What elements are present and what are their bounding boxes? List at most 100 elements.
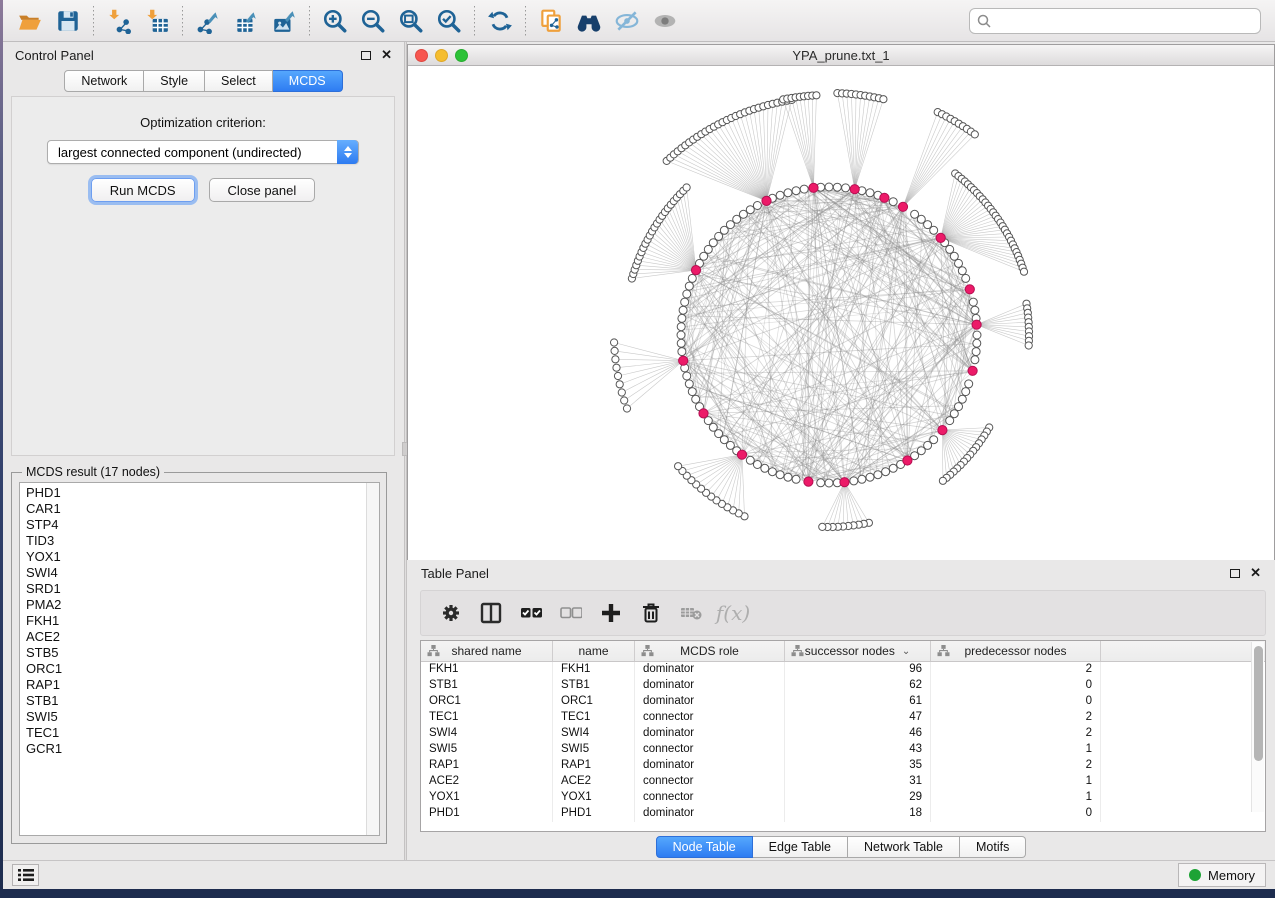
export-table-icon: [233, 8, 259, 34]
table-cell: 0: [931, 678, 1101, 694]
table-options-button[interactable]: [433, 594, 469, 632]
mcds-result-item[interactable]: STB5: [26, 645, 379, 661]
export-image-button[interactable]: [265, 4, 303, 38]
table-row[interactable]: STB1STB1dominator620: [421, 678, 1265, 694]
table-header-row: shared namenameMCDS rolesuccessor nodes⌄…: [421, 641, 1265, 662]
table-row[interactable]: PHD1PHD1dominator180: [421, 806, 1265, 822]
zoom-in-icon: [322, 8, 348, 34]
mcds-result-item[interactable]: SWI5: [26, 709, 379, 725]
search-input[interactable]: [992, 13, 1254, 28]
status-bar: Memory: [3, 860, 1275, 889]
import-table-icon: [144, 8, 170, 34]
zoom-selected-button[interactable]: [430, 4, 468, 38]
tab-motifs[interactable]: Motifs: [960, 836, 1026, 858]
table-cell: dominator: [635, 694, 785, 710]
mcds-result-group: MCDS result (17 nodes) PHD1CAR1STP4TID3Y…: [11, 472, 387, 844]
hide-selected-button[interactable]: [608, 4, 646, 38]
mcds-result-item[interactable]: TID3: [26, 533, 379, 549]
tab-node-table[interactable]: Node Table: [656, 836, 753, 858]
search-network-button[interactable]: [570, 4, 608, 38]
column-header-successor-nodes[interactable]: successor nodes⌄: [785, 641, 931, 661]
save-session-button[interactable]: [49, 4, 87, 38]
export-network-button[interactable]: [189, 4, 227, 38]
table-row[interactable]: YOX1YOX1connector291: [421, 790, 1265, 806]
zoom-out-button[interactable]: [354, 4, 392, 38]
control-panel-title: Control Panel: [15, 48, 94, 63]
result-list-scrollbar[interactable]: [366, 483, 379, 835]
refresh-view-button[interactable]: [481, 4, 519, 38]
export-table-button[interactable]: [227, 4, 265, 38]
show-all-button[interactable]: [646, 4, 684, 38]
network-window-titlebar[interactable]: YPA_prune.txt_1: [408, 45, 1274, 66]
mcds-result-item[interactable]: SWI4: [26, 565, 379, 581]
table-row[interactable]: RAP1RAP1dominator352: [421, 758, 1265, 774]
import-network-button[interactable]: [100, 4, 138, 38]
table-cell: 0: [931, 806, 1101, 822]
network-view-window: YPA_prune.txt_1: [407, 44, 1275, 560]
unselect-all-columns-button[interactable]: [553, 594, 589, 632]
close-panel-icon[interactable]: ✕: [381, 50, 392, 60]
mcds-result-item[interactable]: SRD1: [26, 581, 379, 597]
mcds-result-item[interactable]: CAR1: [26, 501, 379, 517]
create-column-icon: [600, 602, 622, 624]
task-history-button[interactable]: [12, 864, 39, 886]
column-header-shared-name[interactable]: shared name: [421, 641, 553, 661]
tab-mcds[interactable]: MCDS: [273, 70, 343, 92]
select-all-columns-button[interactable]: [513, 594, 549, 632]
mcds-result-item[interactable]: GCR1: [26, 741, 379, 757]
mcds-result-item[interactable]: YOX1: [26, 549, 379, 565]
column-header-MCDS-role[interactable]: MCDS role: [635, 641, 785, 661]
float-panel-icon[interactable]: [361, 51, 371, 60]
float-table-panel-icon[interactable]: [1230, 569, 1240, 578]
function-builder-button: f(x): [713, 594, 749, 632]
mcds-result-item[interactable]: PMA2: [26, 597, 379, 613]
network-canvas[interactable]: [408, 67, 1274, 560]
table-row[interactable]: SWI5SWI5connector431: [421, 742, 1265, 758]
mcds-result-item[interactable]: STB1: [26, 693, 379, 709]
table-row[interactable]: FKH1FKH1dominator962: [421, 662, 1265, 678]
table-cell: connector: [635, 742, 785, 758]
criterion-select[interactable]: largest connected component (undirected): [47, 140, 359, 164]
main-toolbar: [3, 0, 1275, 42]
mcds-result-item[interactable]: FKH1: [26, 613, 379, 629]
table-row[interactable]: ORC1ORC1dominator610: [421, 694, 1265, 710]
table-panel-titlebar: Table Panel ✕: [407, 560, 1275, 586]
table-scrollbar-thumb[interactable]: [1254, 646, 1263, 761]
memory-button[interactable]: Memory: [1178, 863, 1266, 887]
table-scrollbar[interactable]: [1251, 642, 1264, 812]
column-header-predecessor-nodes[interactable]: predecessor nodes: [931, 641, 1101, 661]
zoom-out-icon: [360, 8, 386, 34]
tab-network-table[interactable]: Network Table: [848, 836, 960, 858]
mcds-result-item[interactable]: ORC1: [26, 661, 379, 677]
open-file-button[interactable]: [11, 4, 49, 38]
tab-style[interactable]: Style: [144, 70, 205, 92]
tab-edge-table[interactable]: Edge Table: [753, 836, 848, 858]
mcds-result-item[interactable]: TEC1: [26, 725, 379, 741]
mcds-result-item[interactable]: RAP1: [26, 677, 379, 693]
mcds-result-list[interactable]: PHD1CAR1STP4TID3YOX1SWI4SRD1PMA2FKH1ACE2…: [19, 482, 380, 836]
zoom-in-button[interactable]: [316, 4, 354, 38]
table-cell: 43: [785, 742, 931, 758]
table-row[interactable]: TEC1TEC1connector472: [421, 710, 1265, 726]
close-table-panel-icon[interactable]: ✕: [1250, 568, 1261, 578]
table-options-icon: [440, 602, 462, 624]
show-column-panel-button[interactable]: [473, 594, 509, 632]
table-row[interactable]: SWI4SWI4dominator462: [421, 726, 1265, 742]
create-column-button[interactable]: [593, 594, 629, 632]
run-mcds-button[interactable]: Run MCDS: [91, 178, 195, 202]
mcds-result-item[interactable]: ACE2: [26, 629, 379, 645]
tab-select[interactable]: Select: [205, 70, 273, 92]
mcds-result-item[interactable]: STP4: [26, 517, 379, 533]
table-row[interactable]: ACE2ACE2connector311: [421, 774, 1265, 790]
zoom-fit-button[interactable]: [392, 4, 430, 38]
network-graph[interactable]: [408, 67, 1274, 560]
clone-network-button[interactable]: [532, 4, 570, 38]
close-panel-button[interactable]: Close panel: [209, 178, 316, 202]
column-header-name[interactable]: name: [553, 641, 635, 661]
import-table-button[interactable]: [138, 4, 176, 38]
mcds-result-item[interactable]: PHD1: [26, 485, 379, 501]
table-cell: SWI4: [553, 726, 635, 742]
tab-network[interactable]: Network: [64, 70, 144, 92]
delete-column-button[interactable]: [633, 594, 669, 632]
search-box[interactable]: [969, 8, 1261, 34]
